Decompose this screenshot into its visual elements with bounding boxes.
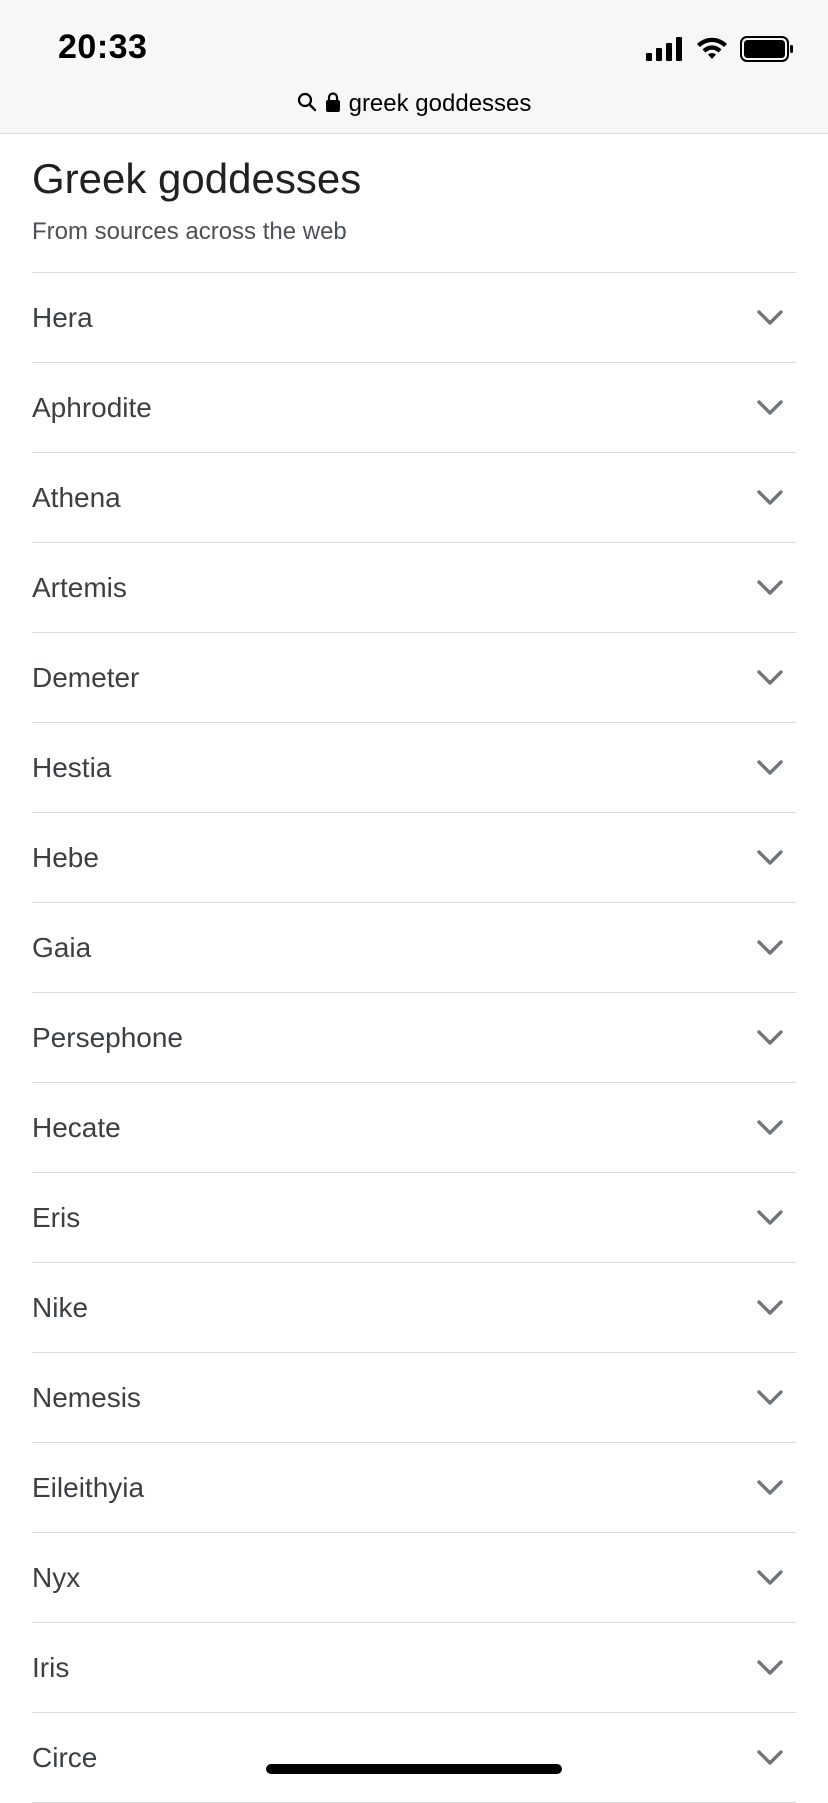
list-item[interactable]: Hestia (32, 723, 796, 813)
list-item-label: Athena (32, 481, 121, 513)
list-item[interactable]: Aphrodite (32, 363, 796, 453)
list-item[interactable]: Athena (32, 453, 796, 543)
list-item[interactable]: Eris (32, 1173, 796, 1263)
chevron-down-icon[interactable] (752, 840, 788, 876)
list-item-label: Hestia (32, 751, 112, 783)
list-item-label: Hebe (32, 841, 99, 873)
list-item[interactable]: Nike (32, 1263, 796, 1353)
list-item[interactable]: Iris (32, 1623, 796, 1713)
list-item-label: Demeter (32, 661, 140, 693)
list-item[interactable]: Artemis (32, 543, 796, 633)
list-item[interactable]: Gaia (32, 903, 796, 993)
chevron-down-icon[interactable] (752, 1020, 788, 1056)
list-item[interactable]: Hecate (32, 1083, 796, 1173)
lock-icon (325, 91, 341, 118)
list-item[interactable]: Nyx (32, 1533, 796, 1623)
chevron-down-icon[interactable] (752, 1470, 788, 1506)
chevron-down-icon[interactable] (752, 1200, 788, 1236)
list-item-label: Aphrodite (32, 391, 152, 423)
chevron-down-icon[interactable] (752, 1380, 788, 1416)
list-item-label: Nemesis (32, 1381, 141, 1413)
chevron-down-icon[interactable] (752, 1740, 788, 1776)
address-bar[interactable]: greek goddesses (0, 84, 828, 124)
address-text: greek goddesses (348, 90, 532, 117)
list-item[interactable]: Circe (32, 1713, 796, 1803)
search-icon (297, 92, 317, 117)
page-title: Greek goddesses (32, 155, 362, 202)
cellular-signal-icon (646, 37, 684, 66)
page-subtitle: From sources across the web (32, 218, 347, 245)
list-item[interactable]: Demeter (32, 633, 796, 723)
battery-icon (740, 36, 794, 67)
goddess-list: Hera Aphrodite Athena Artemis Demeter Hestia H… (32, 272, 796, 1803)
list-item-label: Artemis (32, 571, 127, 603)
list-item-label: Nyx (32, 1561, 81, 1593)
main-content: Greek goddesses From sources across the … (32, 134, 796, 1803)
chevron-down-icon[interactable] (752, 390, 788, 426)
list-item-label: Hecate (32, 1111, 121, 1143)
status-bar: 20:33 greek goddesses (0, 0, 828, 134)
chevron-down-icon[interactable] (752, 570, 788, 606)
list-item[interactable]: Hera (32, 273, 796, 363)
list-item-label: Iris (32, 1651, 70, 1683)
chevron-down-icon[interactable] (752, 1110, 788, 1146)
status-icons (646, 36, 794, 67)
list-item-label: Persephone (32, 1021, 184, 1053)
list-item-label: Eris (32, 1201, 81, 1233)
list-item-label: Eileithyia (32, 1471, 145, 1503)
status-time: 20:33 (58, 28, 148, 66)
chevron-down-icon[interactable] (752, 930, 788, 966)
list-item-label: Hera (32, 301, 93, 333)
chevron-down-icon[interactable] (752, 660, 788, 696)
list-item-label: Gaia (32, 931, 92, 963)
chevron-down-icon[interactable] (752, 1290, 788, 1326)
chevron-down-icon[interactable] (752, 1560, 788, 1596)
list-item[interactable]: Eileithyia (32, 1443, 796, 1533)
chevron-down-icon[interactable] (752, 750, 788, 786)
chevron-down-icon[interactable] (752, 1650, 788, 1686)
list-item-label: Circe (32, 1741, 98, 1773)
list-item[interactable]: Nemesis (32, 1353, 796, 1443)
list-item[interactable]: Persephone (32, 993, 796, 1083)
home-indicator[interactable] (266, 1764, 562, 1774)
wifi-icon (696, 37, 728, 66)
list-item[interactable]: Hebe (32, 813, 796, 903)
chevron-down-icon[interactable] (752, 480, 788, 516)
list-item-label: Nike (32, 1291, 89, 1323)
chevron-down-icon[interactable] (752, 300, 788, 336)
